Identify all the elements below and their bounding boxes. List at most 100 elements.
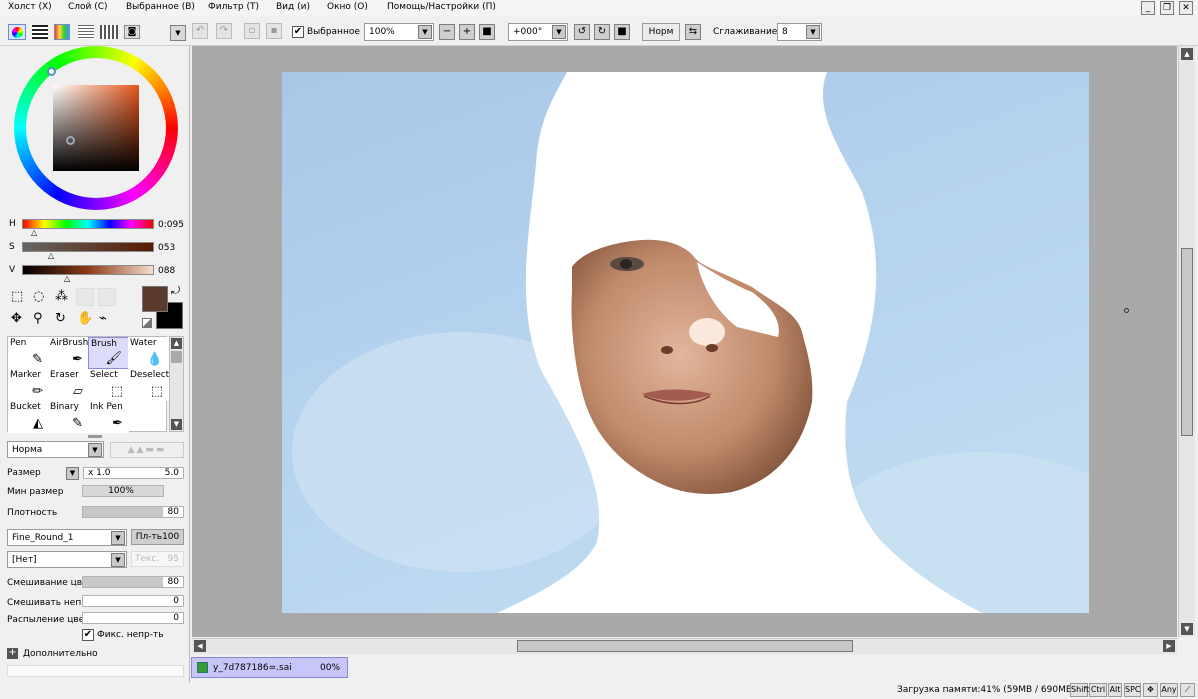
- horizontal-scroll-thumb[interactable]: [517, 640, 853, 652]
- dilution-field[interactable]: 0: [82, 595, 184, 607]
- size-value: 5.0: [164, 468, 179, 478]
- menu-selection[interactable]: Выбранное (B): [126, 2, 195, 12]
- tool-water[interactable]: Water 💧: [128, 337, 169, 369]
- transparent-color-icon[interactable]: [142, 318, 152, 328]
- menu-view[interactable]: Вид (и): [276, 2, 310, 12]
- tool-grid-scrollbar[interactable]: ▲ ▼: [169, 336, 184, 432]
- value-slider[interactable]: [22, 265, 154, 275]
- chevron-down-icon[interactable]: ▼: [111, 531, 125, 545]
- invert-selection-icon[interactable]: ▪: [266, 23, 282, 39]
- min-size-bar[interactable]: 100%: [82, 485, 164, 497]
- tool-deselect[interactable]: Deselect ⬚: [128, 369, 169, 401]
- hand-icon[interactable]: ✋: [77, 311, 93, 326]
- chevron-down-icon[interactable]: ▼: [418, 25, 432, 39]
- menu-help[interactable]: Помощь/Настройки (П): [387, 2, 496, 12]
- primary-color-swatch[interactable]: [142, 286, 168, 312]
- minimize-button[interactable]: _: [1141, 1, 1155, 15]
- scroll-down-icon[interactable]: ▼: [1181, 623, 1193, 635]
- persistence-field[interactable]: 0: [82, 612, 184, 624]
- document-tab[interactable]: y_7d787186=.sai 00%: [191, 657, 348, 678]
- color-wheel-tab-icon[interactable]: [8, 24, 26, 40]
- hue-picker-marker[interactable]: [47, 67, 56, 76]
- brush-shape-combo[interactable]: Fine_Round_1 ▼: [7, 529, 127, 546]
- saturation-value-square[interactable]: [53, 85, 139, 171]
- rotate-reset-icon[interactable]: ■: [614, 24, 630, 40]
- keep-opacity-checkbox[interactable]: ✔: [82, 629, 94, 641]
- tool-bucket[interactable]: Bucket ◭: [8, 401, 49, 433]
- select-icon: ⬚: [110, 384, 123, 399]
- rotate-icon[interactable]: ↻: [55, 311, 66, 326]
- menu-window[interactable]: Окно (O): [327, 2, 368, 12]
- hue-slider[interactable]: [22, 219, 154, 229]
- tool-airbrush[interactable]: AirBrush ✒: [48, 337, 89, 369]
- move-icon[interactable]: ✥: [11, 311, 22, 326]
- shape-strength-field[interactable]: Пл-ть100: [131, 529, 184, 545]
- menu-filter[interactable]: Фильтр (T): [208, 2, 259, 12]
- saturation-slider[interactable]: [22, 242, 154, 252]
- brush-edge-shapes[interactable]: ▲▲▬▬: [110, 442, 184, 458]
- expand-plus-icon[interactable]: +: [7, 648, 18, 659]
- swap-colors-icon[interactable]: ⤾: [171, 284, 180, 298]
- navigator-tab-icon[interactable]: ◙: [124, 25, 140, 39]
- texture-combo[interactable]: [Нет] ▼: [7, 551, 127, 568]
- flip-horizontal-icon[interactable]: ⇆: [685, 24, 701, 40]
- sv-picker-marker[interactable]: [66, 136, 75, 145]
- menu-layer[interactable]: Слой (C): [68, 2, 108, 12]
- zoom-reset-icon[interactable]: ■: [479, 24, 495, 40]
- tool-ink-pen[interactable]: Ink Pen ✒: [88, 401, 129, 433]
- slider-thumb-icon[interactable]: △: [48, 251, 54, 260]
- scroll-left-icon[interactable]: ◀: [194, 640, 206, 652]
- magic-wand-icon[interactable]: ⁂: [55, 289, 68, 304]
- rect-select-icon[interactable]: ⬚: [11, 289, 23, 304]
- rgb-sliders-tab-icon[interactable]: [32, 25, 48, 39]
- zoom-out-icon[interactable]: −: [439, 24, 455, 40]
- undo-icon[interactable]: ↶: [192, 23, 208, 39]
- tool-marker[interactable]: Marker ✏: [8, 369, 49, 401]
- rotate-left-icon[interactable]: ↺: [574, 24, 590, 40]
- blend-bar[interactable]: 80: [82, 576, 184, 588]
- chevron-down-icon[interactable]: ▼: [88, 443, 102, 457]
- size-dropdown-icon[interactable]: ▼: [66, 467, 79, 480]
- chevron-down-icon[interactable]: ▼: [552, 25, 566, 39]
- slider-thumb-icon[interactable]: △: [64, 274, 70, 283]
- scroll-right-icon[interactable]: ▶: [1163, 640, 1175, 652]
- tool-binary[interactable]: Binary ✎: [48, 401, 89, 433]
- rotate-right-icon[interactable]: ↻: [594, 24, 610, 40]
- smoothing-combo[interactable]: 8 ▼: [777, 23, 822, 41]
- panel-splitter[interactable]: [88, 435, 102, 438]
- canvas-image[interactable]: [282, 72, 1089, 613]
- zoom-icon[interactable]: ⚲: [33, 311, 43, 326]
- angle-combo[interactable]: +000° ▼: [508, 23, 568, 41]
- brush-mode-combo[interactable]: Норма ▼: [7, 441, 104, 458]
- hsv-sliders-tab-icon[interactable]: [54, 24, 70, 40]
- size-label: Размер: [7, 468, 41, 478]
- blend-mode-button[interactable]: Норм: [642, 23, 680, 41]
- menu-canvas[interactable]: Холст (X): [8, 2, 52, 12]
- tool-select[interactable]: Select ⬚: [88, 369, 129, 401]
- deselect-all-icon[interactable]: ▫: [244, 23, 260, 39]
- scratchpad-tab-icon[interactable]: [100, 25, 118, 39]
- horizontal-scrollbar[interactable]: ◀ ▶: [192, 638, 1177, 654]
- zoom-combo[interactable]: 100% ▼: [364, 23, 434, 41]
- lasso-icon[interactable]: ◌: [33, 289, 44, 304]
- slider-thumb-icon[interactable]: △: [31, 228, 37, 237]
- chevron-down-icon[interactable]: ▼: [111, 553, 125, 567]
- size-field[interactable]: x 1.0 5.0: [83, 467, 184, 479]
- restore-button[interactable]: ❐: [1160, 1, 1174, 15]
- panel-dropdown-icon[interactable]: ▼: [170, 25, 186, 41]
- chevron-down-icon[interactable]: ▼: [806, 25, 820, 39]
- close-button[interactable]: ✕: [1179, 1, 1193, 15]
- redo-icon[interactable]: ↷: [216, 23, 232, 39]
- zoom-in-icon[interactable]: +: [459, 24, 475, 40]
- tool-eraser[interactable]: Eraser ▱: [48, 369, 89, 401]
- vertical-scrollbar[interactable]: ▲ ▼: [1178, 46, 1195, 637]
- swatches-tab-icon[interactable]: [78, 25, 94, 39]
- selection-visible-checkbox[interactable]: ✔: [292, 26, 304, 38]
- scroll-up-icon[interactable]: ▲: [1181, 48, 1193, 60]
- tool-pen[interactable]: Pen ✎: [8, 337, 49, 369]
- advanced-label[interactable]: Дополнительно: [23, 649, 98, 659]
- eyedropper-icon[interactable]: ⌁: [99, 311, 107, 326]
- tool-brush[interactable]: Brush 🖌: [88, 337, 129, 369]
- density-bar[interactable]: 80: [82, 506, 184, 518]
- vertical-scroll-thumb[interactable]: [1181, 248, 1193, 436]
